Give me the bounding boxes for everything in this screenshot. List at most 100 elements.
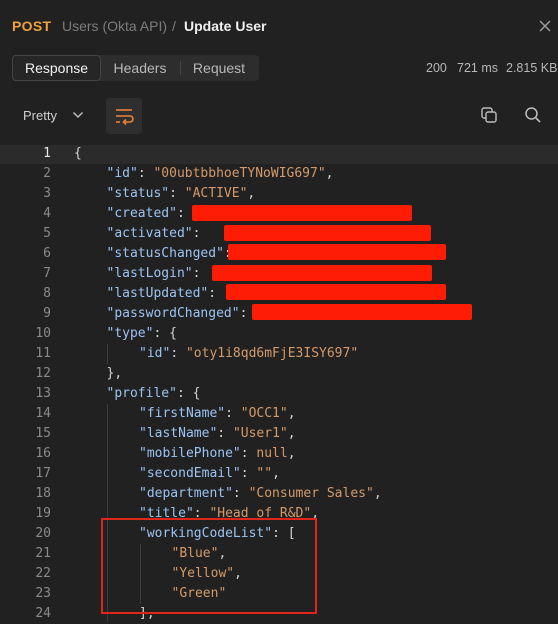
line-number: 17 (35, 466, 51, 481)
code-text: { (74, 144, 82, 164)
code-text: "created": (107, 204, 193, 224)
json-key: "mobilePhone" (139, 446, 241, 461)
code-text: "mobilePhone": null, (139, 444, 296, 464)
json-value: "User1" (232, 426, 288, 441)
json-key: "statusChanged" (106, 246, 224, 261)
title-bar: POST Users (Okta API) / Update User (0, 0, 558, 52)
json-punctuation: , (287, 446, 296, 461)
code-text: "firstName": "OCC1", (139, 404, 296, 424)
tab-response[interactable]: Response (12, 55, 101, 81)
code-line: 11 "id": "oty1i8qd6mFjE3ISY697" (0, 344, 558, 364)
json-punctuation: , (373, 486, 382, 501)
search-icon[interactable] (524, 106, 542, 124)
code-text: "profile": { (107, 384, 201, 404)
tab-headers[interactable]: Headers (101, 55, 179, 81)
json-punctuation: { (169, 326, 177, 341)
response-size: 2.815 KB (506, 61, 558, 75)
json-value: "oty1i8qd6mFjE3ISY697" (185, 346, 359, 361)
json-value: "00ubtbbhoeTYNoWIG697" (153, 166, 326, 181)
json-key: "id" (139, 346, 171, 361)
line-number: 7 (43, 266, 51, 281)
line-number: 4 (43, 206, 51, 221)
code-text: "lastName": "User1", (139, 424, 296, 444)
line-number: 6 (43, 246, 51, 261)
line-number: 12 (35, 366, 51, 381)
json-key: "passwordChanged" (106, 306, 240, 321)
json-value: "ACTIVE" (184, 186, 248, 201)
code-text: }, (107, 364, 123, 384)
code-line: 10 "type": { (0, 324, 558, 344)
json-punctuation: { (192, 386, 201, 401)
json-punctuation: : (169, 186, 185, 201)
breadcrumb-request-name: Update User (184, 18, 267, 34)
json-punctuation: : (240, 466, 257, 481)
json-key: "profile" (106, 386, 177, 401)
line-number: 23 (35, 586, 51, 601)
line-number: 20 (35, 526, 51, 541)
line-number: 18 (35, 486, 51, 501)
line-number: 22 (35, 566, 51, 581)
code-line: 15 "lastName": "User1", (0, 424, 558, 444)
line-number: 9 (43, 306, 51, 321)
code-text: "activated": (107, 224, 209, 244)
json-value: "OCC1" (240, 406, 288, 421)
json-punctuation: : (192, 226, 209, 241)
json-punctuation: : (137, 166, 154, 181)
code-text: "id": "oty1i8qd6mFjE3ISY697" (139, 344, 358, 364)
json-value: "Consumer Sales" (248, 486, 374, 501)
code-line: 18 "department": "Consumer Sales", (0, 484, 558, 504)
word-wrap-icon (116, 109, 134, 126)
breadcrumb-collection[interactable]: Users (Okta API) (62, 18, 167, 34)
code-line: 17 "secondEmail": "", (0, 464, 558, 484)
line-number: 21 (35, 546, 51, 561)
redaction-bar (192, 205, 412, 221)
chevron-down-icon[interactable] (72, 110, 84, 120)
json-key: "activated" (106, 226, 193, 241)
json-value: null (256, 446, 288, 461)
line-number: 24 (35, 606, 51, 621)
json-key: "status" (106, 186, 170, 201)
json-punctuation: : (208, 286, 224, 301)
code-line: 1{ (0, 144, 558, 164)
code-text: "lastLogin": (107, 264, 209, 284)
json-punctuation: : (153, 326, 170, 341)
annotation-highlight-box (101, 518, 317, 614)
redaction-bar (212, 265, 432, 281)
json-key: "created" (106, 206, 177, 221)
word-wrap-button[interactable] (106, 98, 142, 134)
line-number: 16 (35, 446, 51, 461)
json-key: "lastLogin" (106, 266, 193, 281)
code-text: "lastUpdated": (107, 284, 224, 304)
copy-icon[interactable] (480, 106, 498, 124)
code-line: 2 "id": "00ubtbbhoeTYNoWIG697", (0, 164, 558, 184)
json-punctuation: { (74, 146, 82, 161)
redaction-bar (226, 284, 446, 300)
view-mode-select[interactable]: Pretty (23, 108, 57, 123)
json-punctuation: : (192, 266, 209, 281)
json-punctuation: , (287, 426, 296, 441)
json-punctuation: : (170, 346, 186, 361)
json-punctuation: : (232, 486, 249, 501)
response-tabs: Response Headers Request (12, 55, 259, 81)
code-line: 13 "profile": { (0, 384, 558, 404)
breadcrumb-separator: / (172, 18, 176, 34)
http-method: POST (12, 18, 52, 34)
json-key: "department" (139, 486, 233, 501)
json-punctuation: }, (106, 366, 123, 381)
json-punctuation: , (287, 406, 296, 421)
code-text: "department": "Consumer Sales", (139, 484, 382, 504)
line-number: 10 (35, 326, 51, 341)
line-number: 11 (35, 346, 51, 361)
line-number: 14 (35, 406, 51, 421)
json-punctuation: : (240, 446, 257, 461)
json-key: "id" (106, 166, 138, 181)
redaction-bar (228, 244, 446, 260)
close-icon[interactable] (538, 19, 552, 33)
code-text: "status": "ACTIVE", (107, 184, 256, 204)
code-line: 12}, (0, 364, 558, 384)
json-value: "" (256, 466, 273, 481)
line-number: 1 (43, 146, 51, 161)
redaction-bar (224, 225, 431, 241)
json-punctuation: : (217, 426, 233, 441)
tab-request[interactable]: Request (181, 55, 257, 81)
